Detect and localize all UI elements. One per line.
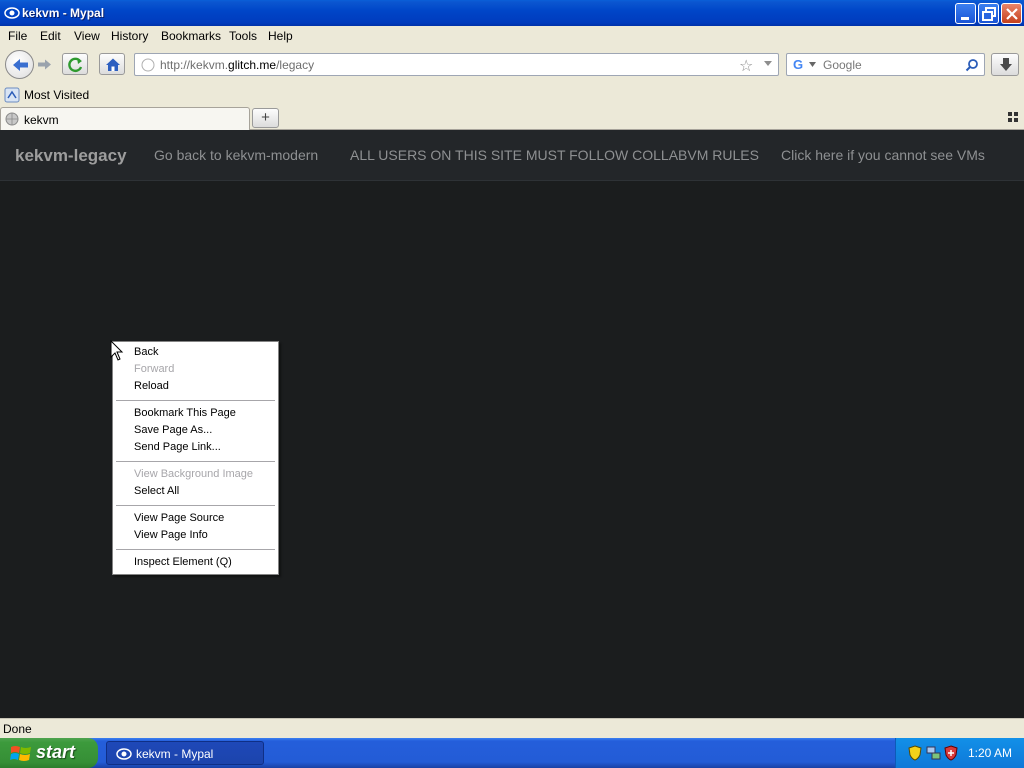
taskbar: start kekvm - Mypal 1:20 AM: [0, 738, 1024, 768]
ctx-forward: Forward: [134, 363, 175, 375]
menu-help[interactable]: Help: [268, 29, 293, 43]
tab-globe-icon: [5, 112, 19, 126]
start-button[interactable]: start: [0, 738, 98, 768]
menu-history[interactable]: History: [111, 29, 148, 43]
most-visited-label: Most Visited: [24, 88, 90, 102]
ctx-separator: [116, 461, 275, 462]
link-cannot-see-vms[interactable]: Click here if you cannot see VMs: [781, 147, 985, 163]
search-bar[interactable]: G Google: [786, 53, 985, 76]
ctx-bookmark-page[interactable]: Bookmark This Page: [134, 407, 236, 419]
new-tab-button[interactable]: +: [252, 108, 279, 128]
ctx-separator: [116, 549, 275, 550]
ctx-inspect-element[interactable]: Inspect Element (Q): [134, 556, 232, 568]
minimize-icon: [961, 17, 969, 20]
google-icon[interactable]: G: [793, 57, 803, 72]
system-tray: 1:20 AM: [895, 738, 1024, 768]
url-bar[interactable]: http://kekvm.glitch.me/legacy ☆: [134, 53, 779, 76]
download-arrow-icon: [1000, 58, 1012, 71]
site-brand[interactable]: kekvm-legacy: [15, 146, 127, 166]
menu-tools[interactable]: Tools: [229, 29, 257, 43]
close-button[interactable]: [1001, 3, 1022, 24]
mypal-icon: [4, 7, 20, 19]
context-menu: Back Forward Reload Bookmark This Page S…: [112, 341, 279, 575]
menu-edit[interactable]: Edit: [40, 29, 61, 43]
bookmarks-toolbar: Most Visited: [0, 84, 1024, 106]
tab-label: kekvm: [24, 113, 59, 127]
menu-view[interactable]: View: [74, 29, 100, 43]
menu-file[interactable]: File: [8, 29, 27, 43]
link-kekvm-modern[interactable]: Go back to kekvm-modern: [154, 147, 318, 163]
forward-button[interactable]: [34, 54, 56, 75]
network-icon[interactable]: [926, 745, 942, 761]
list-all-tabs-icon[interactable]: [1008, 112, 1020, 122]
ctx-view-page-source[interactable]: View Page Source: [134, 512, 224, 524]
window-title: kekvm - Mypal: [22, 6, 105, 20]
search-input[interactable]: Google: [823, 58, 862, 72]
reload-icon: [68, 57, 83, 73]
navigation-toolbar: http://kekvm.glitch.me/legacy ☆ G Google: [0, 46, 1024, 84]
ctx-separator: [116, 505, 275, 506]
link-collabvm-rules[interactable]: ALL USERS ON THIS SITE MUST FOLLOW COLLA…: [350, 147, 759, 163]
search-icon[interactable]: [965, 58, 979, 72]
ctx-view-page-info[interactable]: View Page Info: [134, 529, 208, 541]
taskbar-window-mypal[interactable]: kekvm - Mypal: [106, 741, 264, 765]
mypal-task-icon: [116, 748, 132, 760]
restore-button[interactable]: [978, 3, 999, 24]
window-titlebar[interactable]: kekvm - Mypal: [0, 0, 1024, 26]
home-icon: [106, 58, 120, 71]
mouse-cursor-icon: [110, 340, 124, 361]
reload-button[interactable]: [62, 53, 88, 75]
tab-kekvm[interactable]: kekvm: [0, 107, 250, 130]
url-text[interactable]: http://kekvm.glitch.me/legacy: [160, 58, 314, 72]
history-dropdown-icon[interactable]: [763, 60, 773, 68]
windows-flag-icon: [10, 746, 31, 761]
taskbar-window-label: kekvm - Mypal: [136, 747, 214, 761]
most-visited-icon: [4, 87, 20, 103]
security-shield-icon[interactable]: [908, 745, 922, 761]
ctx-select-all[interactable]: Select All: [134, 485, 179, 497]
restore-icon: [982, 7, 996, 21]
forward-arrow-icon: [38, 59, 51, 70]
bookmark-star-icon[interactable]: ☆: [739, 56, 753, 76]
close-icon: [1006, 8, 1018, 20]
status-text: Done: [3, 722, 32, 736]
downloads-button[interactable]: [991, 53, 1019, 76]
ctx-separator: [116, 400, 275, 401]
home-button[interactable]: [99, 53, 125, 75]
system-clock: 1:20 AM: [968, 746, 1013, 760]
start-label: start: [36, 742, 76, 762]
site-navbar: kekvm-legacy Go back to kekvm-modern ALL…: [0, 130, 1024, 181]
ctx-send-page-link[interactable]: Send Page Link...: [134, 441, 221, 453]
menu-bar: File Edit View History Bookmarks Tools H…: [0, 26, 1024, 46]
back-button[interactable]: [5, 50, 34, 79]
ctx-view-background-image: View Background Image: [134, 468, 254, 480]
ctx-save-page-as[interactable]: Save Page As...: [134, 424, 212, 436]
menu-bookmarks[interactable]: Bookmarks: [161, 29, 221, 43]
back-arrow-icon: [13, 59, 28, 71]
page-globe-icon: [141, 58, 155, 72]
minimize-button[interactable]: [955, 3, 976, 24]
search-engine-dropdown-icon[interactable]: [809, 62, 817, 68]
status-bar: Done: [0, 718, 1024, 738]
plus-icon: +: [261, 109, 270, 126]
most-visited-bookmark[interactable]: Most Visited: [4, 87, 89, 106]
ctx-back[interactable]: Back: [134, 346, 158, 358]
ctx-reload[interactable]: Reload: [134, 380, 169, 392]
tab-strip: kekvm +: [0, 106, 1024, 130]
antivirus-shield-icon[interactable]: [944, 745, 958, 761]
